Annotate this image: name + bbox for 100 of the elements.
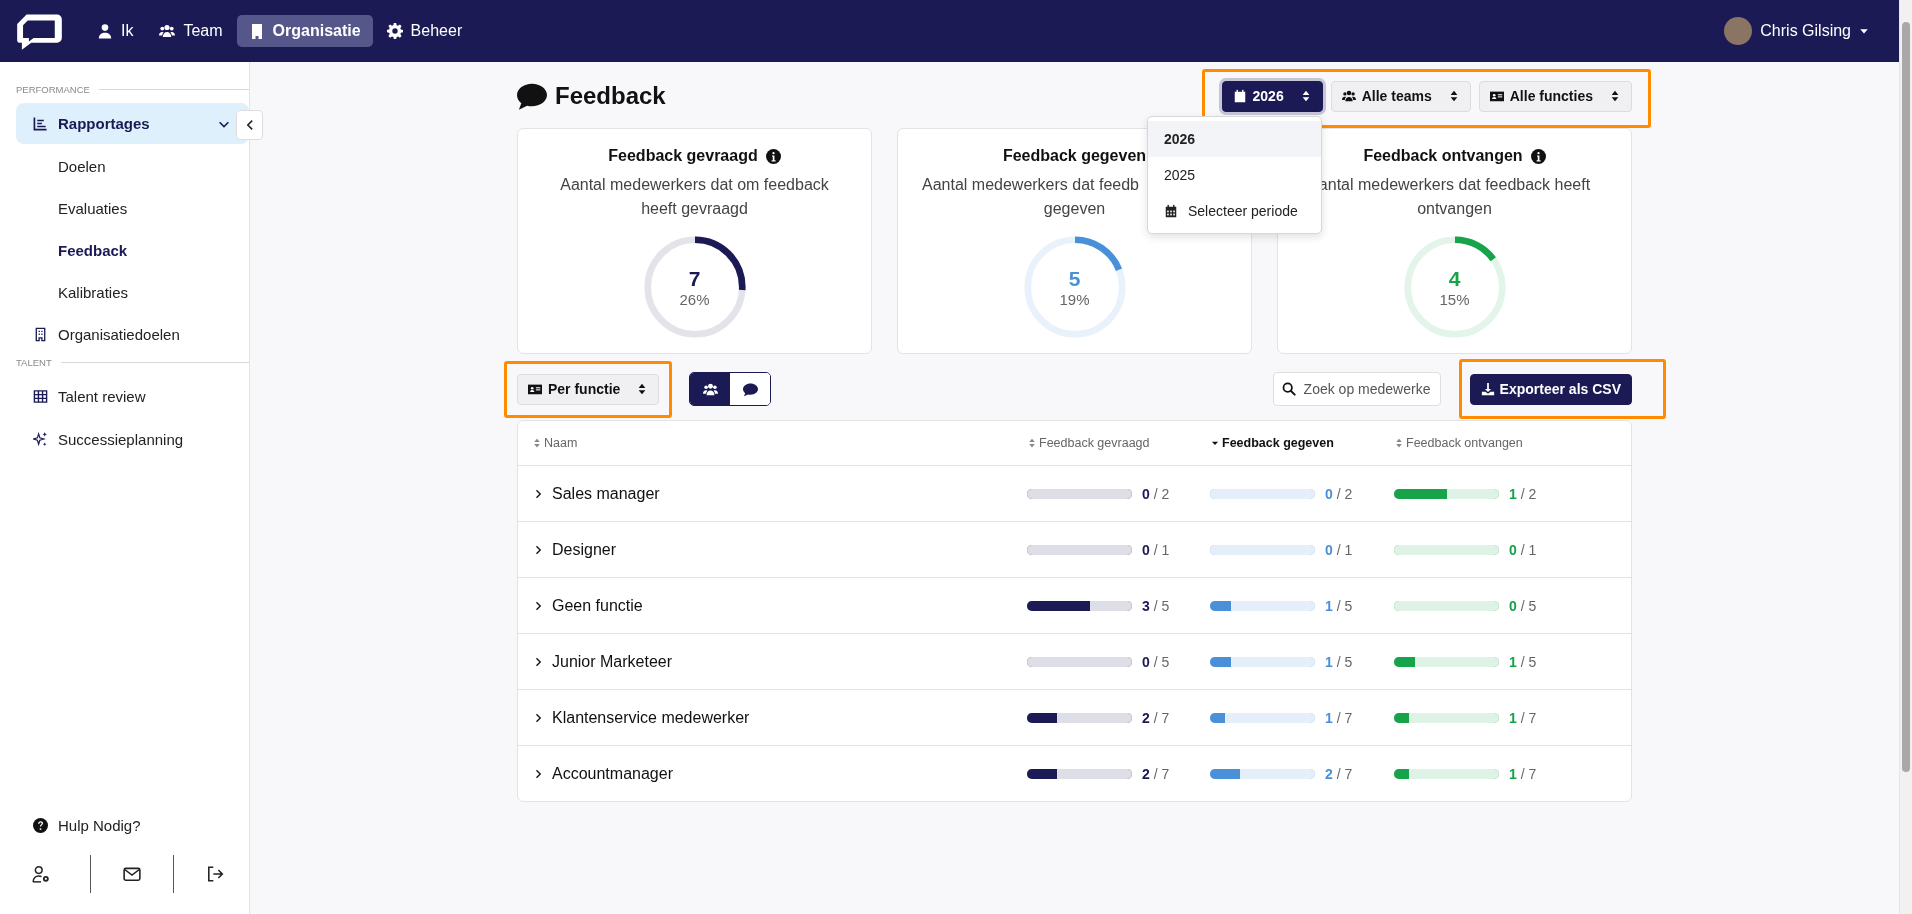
page-title: Feedback — [555, 82, 666, 110]
count-value: 0 — [1325, 485, 1333, 502]
count-total: / 2 — [1336, 485, 1353, 502]
sort-icon — [1609, 90, 1621, 102]
row-name[interactable]: Klantenservice medewerker — [518, 708, 1027, 727]
nav-tab[interactable]: Beheer — [374, 15, 475, 47]
stat-percentage: 26% — [678, 291, 711, 309]
help-link[interactable]: Hulp Nodig? — [16, 810, 249, 840]
sidebar-subitem[interactable]: Evaluaties — [16, 188, 249, 230]
count-value: 1 — [1509, 485, 1517, 502]
envelope-icon — [123, 865, 141, 883]
sparkle-icon — [33, 432, 48, 447]
card-description: gegeven — [1043, 199, 1106, 219]
section-heading: PERFORMANCE — [16, 84, 90, 95]
stat-value: 5 — [1067, 267, 1082, 291]
group-by-dropdown[interactable]: Per functie — [517, 373, 660, 405]
menu-item[interactable]: 2025 — [1148, 157, 1321, 193]
sidebar-subitem[interactable]: Feedback — [16, 230, 249, 272]
menu-item[interactable]: 2026 — [1148, 121, 1321, 157]
column-header[interactable]: Feedback gevraagd — [1027, 436, 1210, 450]
stat-percentage: 15% — [1438, 291, 1471, 309]
count-value: 1 — [1509, 653, 1517, 670]
stat-percentage: 19% — [1058, 291, 1091, 309]
count-value: 0 — [1325, 541, 1333, 558]
card-description: heeft gevraagd — [641, 199, 748, 219]
view-toggle-button[interactable] — [690, 373, 731, 405]
count-total: / 7 — [1520, 765, 1537, 782]
users-icon — [1341, 89, 1356, 103]
column-header[interactable]: Naam — [518, 436, 1027, 450]
filter-dropdown[interactable]: Alle teams — [1330, 80, 1471, 112]
question-icon — [33, 817, 48, 833]
user-settings-icon — [32, 865, 50, 883]
gear-icon — [386, 23, 403, 39]
count-value: 2 — [1325, 765, 1333, 782]
count-value: 1 — [1509, 765, 1517, 782]
count-value: 2 — [1142, 765, 1150, 782]
count-value: 0 — [1142, 541, 1150, 558]
export-button[interactable]: Exporteer als CSV — [1469, 373, 1632, 405]
column-header[interactable]: Feedback ontvangen — [1394, 436, 1631, 450]
stat-value: 4 — [1447, 267, 1462, 291]
count-total: / 7 — [1336, 709, 1353, 726]
count-value: 0 — [1142, 653, 1150, 670]
filter-dropdown[interactable]: 2026 — [1221, 80, 1323, 112]
sidebar-item[interactable]: Talent review — [16, 376, 249, 417]
row-name[interactable]: Accountmanager — [518, 764, 1027, 783]
calendar-icon — [1164, 204, 1178, 218]
count-value: 1 — [1509, 709, 1517, 726]
card-title: Feedback gevraagd — [608, 147, 758, 165]
sidebar-subitem[interactable]: Kalibraties — [16, 272, 249, 314]
count-total: / 7 — [1336, 765, 1353, 782]
nav-tab[interactable]: Team — [147, 15, 235, 47]
search-field[interactable]: Zoek op medewerke — [1272, 372, 1441, 406]
count-total: / 1 — [1520, 541, 1537, 558]
count-value: 0 — [1509, 597, 1517, 614]
search-icon — [1281, 382, 1296, 396]
users-icon — [702, 381, 718, 397]
card-title: Feedback ontvangen — [1363, 147, 1523, 165]
nav-tab[interactable]: Ik — [85, 15, 146, 47]
count-total: / 1 — [1153, 541, 1170, 558]
scrollbar[interactable] — [1899, 0, 1912, 914]
filter-dropdown[interactable]: Alle functies — [1478, 80, 1632, 112]
avatar — [1724, 17, 1753, 45]
nav-tab[interactable]: Organisatie — [236, 15, 373, 47]
stat-value: 7 — [687, 267, 702, 291]
collapse-button[interactable] — [236, 110, 263, 140]
column-header[interactable]: Feedback gegeven — [1210, 436, 1394, 450]
sidebar-item[interactable]: Organisatiedoelen — [16, 314, 249, 355]
count-total: / 7 — [1153, 765, 1170, 782]
building-icon — [33, 327, 48, 342]
user-menu[interactable]: Chris Gilsing — [1724, 17, 1869, 45]
count-value: 1 — [1325, 709, 1333, 726]
count-value: 0 — [1142, 485, 1150, 502]
count-total: / 5 — [1153, 653, 1170, 670]
users-icon — [159, 23, 176, 39]
row-name[interactable]: Junior Marketeer — [518, 652, 1027, 671]
count-total: / 5 — [1336, 597, 1353, 614]
count-value: 2 — [1142, 709, 1150, 726]
count-total: / 5 — [1153, 597, 1170, 614]
view-toggle-button[interactable] — [730, 373, 771, 405]
chat-icon — [742, 381, 758, 397]
row-name[interactable]: Geen functie — [518, 596, 1027, 615]
calendar-icon — [1232, 89, 1247, 103]
sidebar-item[interactable]: Successieplanning — [16, 419, 249, 460]
chat-icon — [517, 81, 547, 111]
sidebar-subitem[interactable]: Doelen — [16, 146, 249, 188]
count-total: / 1 — [1336, 541, 1353, 558]
count-value: 0 — [1509, 541, 1517, 558]
count-value: 1 — [1325, 597, 1333, 614]
card-description: Aantal medewerkers dat om feedback — [560, 175, 829, 195]
row-name[interactable]: Sales manager — [518, 484, 1027, 503]
count-total: / 5 — [1336, 653, 1353, 670]
count-total: / 7 — [1153, 709, 1170, 726]
sidebar-item[interactable]: Rapportages — [16, 103, 249, 144]
count-value: 1 — [1325, 653, 1333, 670]
count-total: / 2 — [1520, 485, 1537, 502]
menu-item[interactable]: Selecteer periode — [1148, 193, 1321, 229]
download-icon — [1480, 382, 1495, 396]
count-total: / 5 — [1520, 653, 1537, 670]
card-title: Feedback gegeven — [1002, 147, 1147, 165]
row-name[interactable]: Designer — [518, 540, 1027, 559]
